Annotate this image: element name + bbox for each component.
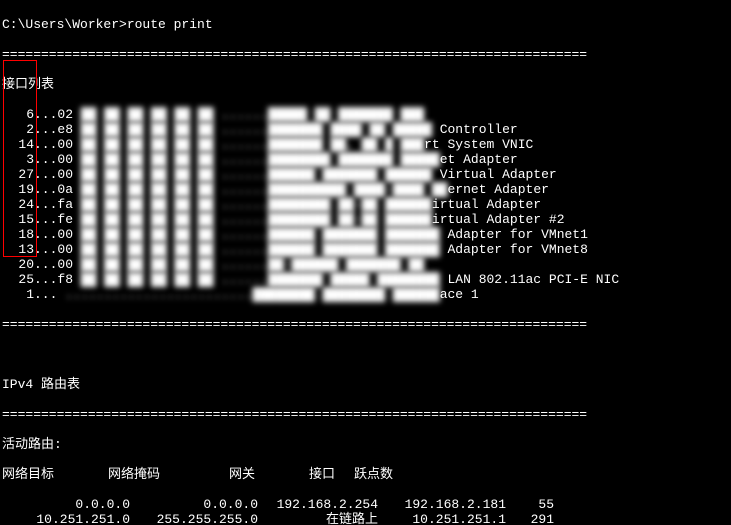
route-destination: 0.0.0.0 — [2, 497, 130, 512]
route-destination: 10.251.251.0 — [2, 512, 130, 525]
interface-obscured-text: ██ ██ ██ ██ ██ ██ ......██████████ ████-… — [81, 182, 448, 197]
interface-index: 1 — [2, 287, 34, 302]
interface-mac-fragment: f8 — [57, 272, 73, 287]
interface-description-fragment: et Adapter — [440, 152, 518, 167]
route-interface: 10.251.251.1 — [378, 512, 506, 525]
interface-description-fragment: Virtual Adapter — [432, 167, 557, 182]
interface-list: 6...02 ██ ██ ██ ██ ██ ██ ......█████ ██ … — [2, 107, 731, 302]
interface-obscured-text: ██ ██ ██ ██ ██ ██ ......████████ ██-██ █… — [81, 197, 432, 212]
interface-index: 19 — [2, 182, 34, 197]
interface-index: 18 — [2, 227, 34, 242]
interface-mac-fragment: 00 — [57, 137, 73, 152]
interface-index: 20 — [2, 257, 34, 272]
divider-ipv4: ========================================… — [2, 407, 731, 422]
interface-obscured-text: ........................████████ ███████… — [65, 287, 439, 302]
interface-index: 13 — [2, 242, 34, 257]
interface-row: 18...00 ██ ██ ██ ██ ██ ██ ......██████ █… — [2, 227, 731, 242]
interface-obscured-text: ██ ██ ██ ██ ██ ██ ......██-██████ ██████… — [81, 257, 424, 272]
interface-mac-fragment: 00 — [57, 167, 73, 182]
interface-obscured-text: ██ ██ ██ ██ ██ ██ ......███████ ████ ██ … — [81, 122, 432, 137]
interface-index: 3 — [2, 152, 34, 167]
interface-description-fragment: irtual Adapter #2 — [432, 212, 565, 227]
interface-obscured-text: ██ ██ ██ ██ ██ ██ ......███████ █████ ██… — [81, 272, 440, 287]
interface-description-fragment: Adapter for VMnet8 — [440, 242, 588, 257]
interface-obscured-text: ██ ██ ██ ██ ██ ██ ......████████ ███████… — [81, 152, 440, 167]
route-row: 10.251.251.0255.255.255.0在链路上10.251.251.… — [2, 512, 731, 525]
interface-description-fragment: rt System VNIC — [424, 137, 533, 152]
interface-description-fragment: LAN 802.11ac PCI-E NIC — [440, 272, 619, 287]
interface-row: 20...00 ██ ██ ██ ██ ██ ██ ......██-█████… — [2, 257, 731, 272]
interface-row: 19...0a ██ ██ ██ ██ ██ ██ ......████████… — [2, 182, 731, 197]
interface-index: 27 — [2, 167, 34, 182]
interface-mac-fragment: 00 — [57, 257, 73, 272]
interface-mac-fragment: e8 — [57, 122, 73, 137]
route-columns-header: 网络目标网络掩码网关接口跃点数 — [2, 467, 731, 482]
interface-row: 6...02 ██ ██ ██ ██ ██ ██ ......█████ ██ … — [2, 107, 731, 122]
interface-obscured-text: ██ ██ ██ ██ ██ ██ ......██████ ███████ █… — [81, 167, 432, 182]
interface-description-fragment: Adapter for VMnet1 — [440, 227, 588, 242]
route-netmask: 0.0.0.0 — [130, 497, 258, 512]
active-routes-header: 活动路由: — [2, 437, 731, 452]
ipv4-route-table-header: IPv4 路由表 — [2, 377, 731, 392]
interface-index: 15 — [2, 212, 34, 227]
interface-row: 13...00 ██ ██ ██ ██ ██ ██ ......██████ █… — [2, 242, 731, 257]
interface-index: 6 — [2, 107, 34, 122]
interface-row: 1... ........................████████ ██… — [2, 287, 731, 302]
interface-mac-fragment: 0a — [57, 182, 73, 197]
interface-row: 2...e8 ██ ██ ██ ██ ██ ██ ......███████ █… — [2, 122, 731, 137]
interface-row: 24...fa ██ ██ ██ ██ ██ ██ ......████████… — [2, 197, 731, 212]
interface-obscured-text: ██ ██ ██ ██ ██ ██ ......██████ ███████ █… — [81, 227, 440, 242]
interface-list-header: 接口列表 — [2, 77, 731, 92]
route-interface: 192.168.2.181 — [378, 497, 506, 512]
interface-mac-fragment: 00 — [57, 227, 73, 242]
interface-index: 2 — [2, 122, 34, 137]
route-gateway: 在链路上 — [258, 512, 378, 525]
interface-description-fragment: ernet Adapter — [448, 182, 549, 197]
route-table: 0.0.0.00.0.0.0192.168.2.254192.168.2.181… — [2, 497, 731, 525]
interface-description-fragment: irtual Adapter — [432, 197, 541, 212]
divider-after-ifaces: ========================================… — [2, 317, 731, 332]
interface-index: 14 — [2, 137, 34, 152]
interface-description-fragment: Controller — [432, 122, 518, 137]
interface-row: 27...00 ██ ██ ██ ██ ██ ██ ......██████ █… — [2, 167, 731, 182]
route-metric: 291 — [506, 512, 554, 525]
route-netmask: 255.255.255.0 — [130, 512, 258, 525]
interface-mac-fragment: 00 — [57, 152, 73, 167]
divider-top: ========================================… — [2, 47, 731, 62]
route-metric: 55 — [506, 497, 554, 512]
route-row: 0.0.0.00.0.0.0192.168.2.254192.168.2.181… — [2, 497, 731, 512]
prompt-line: C:\Users\Worker>route print — [2, 17, 731, 32]
interface-row: 25...f8 ██ ██ ██ ██ ██ ██ ......███████ … — [2, 272, 731, 287]
route-gateway: 192.168.2.254 — [258, 497, 378, 512]
interface-obscured-text: ██ ██ ██ ██ ██ ██ ......█████ ██ ███████… — [81, 107, 424, 122]
interface-index: 25 — [2, 272, 34, 287]
interface-description-fragment: ace 1 — [440, 287, 479, 302]
interface-mac-fragment: 00 — [57, 242, 73, 257]
interface-row: 14...00 ██ ██ ██ ██ ██ ██ ......███████ … — [2, 137, 731, 152]
interface-mac-fragment: 02 — [57, 107, 73, 122]
interface-obscured-text: ██ ██ ██ ██ ██ ██ ......███████ ██, ██ █… — [81, 137, 424, 152]
interface-mac-fragment: fa — [57, 197, 73, 212]
interface-obscured-text: ██ ██ ██ ██ ██ ██ ......██████ ███████ █… — [81, 242, 440, 257]
terminal-output: C:\Users\Worker>route print ============… — [0, 0, 731, 525]
interface-obscured-text: ██ ██ ██ ██ ██ ██ ......████████ ██-██ █… — [81, 212, 432, 227]
interface-mac-fragment: fe — [57, 212, 73, 227]
interface-row: 3...00 ██ ██ ██ ██ ██ ██ ......████████ … — [2, 152, 731, 167]
interface-index: 24 — [2, 197, 34, 212]
interface-row: 15...fe ██ ██ ██ ██ ██ ██ ......████████… — [2, 212, 731, 227]
